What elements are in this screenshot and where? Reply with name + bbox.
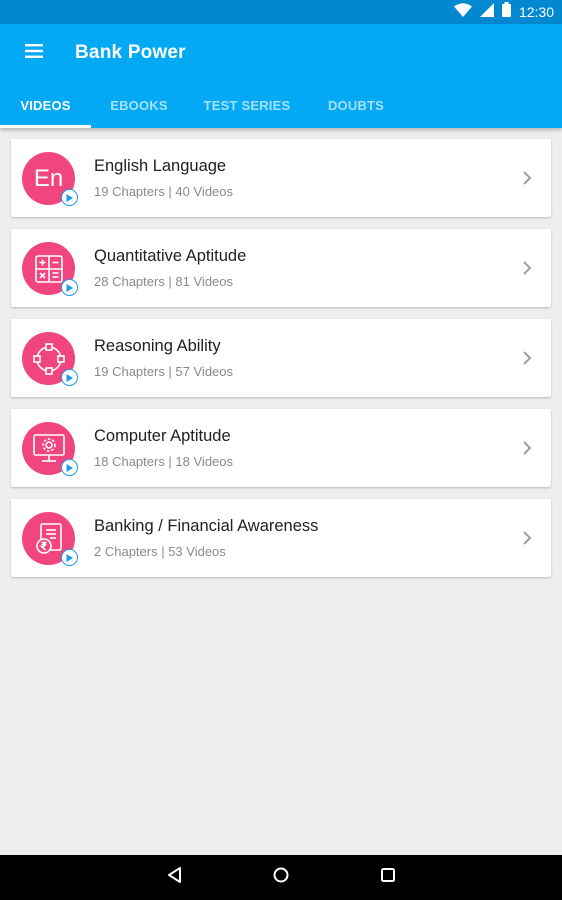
subject-stats: 18 Chapters | 18 Videos [94,454,234,469]
status-time: 12:30 [518,4,554,20]
navigation-bar [0,855,562,900]
tab-bar: VIDEOS EBOOKS TEST SERIES DOUBTS [0,82,562,128]
back-icon [166,866,182,889]
subject-title: Banking / Financial Awareness [94,517,319,535]
subject-title: Computer Aptitude [94,427,231,445]
chevron-right-icon [521,170,533,186]
subject-stats: 2 Chapters | 53 Videos [94,544,226,559]
computer-gear-icon [22,422,78,476]
chevron-right-icon [521,530,533,546]
status-icons: 12:30 [453,2,554,22]
recents-button[interactable] [368,858,408,898]
subject-stats: 19 Chapters | 57 Videos [94,364,234,379]
subject-card-reasoning[interactable]: Reasoning Ability 19 Chapters | 57 Video… [11,319,551,397]
tab-test-series[interactable]: TEST SERIES [190,82,304,128]
play-icon [61,369,78,386]
avatar-text: En [33,164,64,192]
subject-title: English Language [94,157,227,175]
play-icon [61,189,78,206]
app-bar: Bank Power VIDEOS EBOOKS TEST SERIES DOU… [0,24,562,128]
subject-title: Reasoning Ability [94,337,221,355]
play-icon [61,459,78,476]
signal-icon [479,2,494,22]
chevron-right-icon [521,350,533,366]
tab-indicator [0,125,91,128]
hamburger-menu-icon [25,43,43,63]
subject-stats: 28 Chapters | 81 Videos [94,274,234,289]
tab-doubts[interactable]: DOUBTS [312,82,400,128]
menu-button[interactable] [16,38,52,68]
calculator-icon [22,242,78,296]
subject-card-banking[interactable]: Banking / Financial Awareness 2 Chapters… [11,499,551,577]
document-rupee-icon [22,512,78,566]
play-icon [61,549,78,566]
tab-videos[interactable]: VIDEOS [0,82,91,128]
subject-card-computer[interactable]: Computer Aptitude 18 Chapters | 18 Video… [11,409,551,487]
subject-card-quantitative[interactable]: Quantitative Aptitude 28 Chapters | 81 V… [11,229,551,307]
wifi-icon [453,2,472,22]
recents-icon [380,867,396,888]
network-nodes-icon [22,332,78,386]
back-button[interactable] [154,858,194,898]
home-button[interactable] [261,858,301,898]
chevron-right-icon [521,440,533,456]
play-icon [61,279,78,296]
tab-ebooks[interactable]: EBOOKS [93,82,185,128]
subject-stats: 19 Chapters | 40 Videos [94,184,234,199]
subject-title: Quantitative Aptitude [94,247,247,265]
english-en-icon: En [22,152,78,206]
app-title: Bank Power [75,42,186,63]
subject-list: En English Language 19 Chapters | 40 Vid… [11,139,551,589]
status-bar: 12:30 [0,0,562,24]
subject-card-english[interactable]: En English Language 19 Chapters | 40 Vid… [11,139,551,217]
battery-icon [501,2,511,22]
chevron-right-icon [521,260,533,276]
home-icon [272,866,290,889]
